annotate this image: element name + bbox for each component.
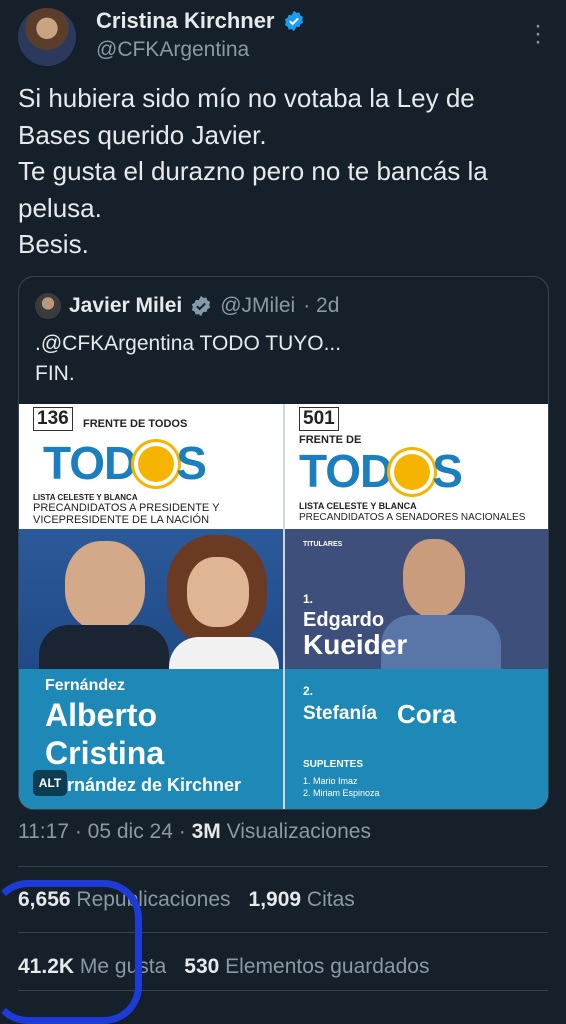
senator-last-name-1: Kueider (303, 629, 408, 660)
sun-icon (138, 445, 175, 482)
titulares-label: TITULARES (303, 541, 343, 548)
tweet-text: Si hubiera sido mío no votaba la Ley de … (18, 83, 488, 259)
verified-badge-icon (284, 10, 303, 32)
hand-drawn-circle-annotation (0, 880, 142, 1024)
logo-text-left-b: S (176, 437, 207, 489)
quoted-author-name: Javier Milei (69, 294, 183, 317)
author-avatar[interactable] (18, 8, 76, 66)
quoted-tweet-image[interactable]: 136 FRENTE DE TODOS TOD S LISTA CELESTE Y… (19, 404, 548, 809)
list-number-left: 136 (33, 407, 73, 431)
subtitle-right: PRECANDIDATOS A SENADORES NACIONALES (299, 512, 526, 523)
suplente-2: 2. Miriam Espinoza (303, 788, 380, 798)
views-count: 3M (191, 820, 221, 843)
front-name-left: FRENTE DE TODOS (83, 418, 188, 430)
divider-top (18, 866, 548, 867)
tweet-meta: 11:17 · 05 dic 24 · 3M Visualizaciones (18, 820, 371, 844)
quoted-tweet[interactable]: Javier Milei @JMilei · 2d .@CFKArgentina… (18, 276, 549, 810)
alt-text-badge[interactable]: ALT (33, 770, 67, 796)
sun-icon-right (394, 453, 431, 490)
more-options-icon[interactable]: · · · (528, 14, 548, 54)
candidate-first-name-1: Alberto (45, 697, 157, 733)
tweet-date[interactable]: · 05 dic 24 · (75, 820, 186, 843)
candidates-photo-left (19, 529, 283, 669)
senator-first-name-2: Stefanía (303, 703, 377, 724)
logo-text-right-b: S (432, 445, 463, 497)
todos-logo-right: TOD S (299, 444, 463, 498)
senator-last-name-2: Cora (397, 699, 457, 729)
bookmarks-link[interactable]: 530 Elementos guardados (184, 955, 429, 979)
author-name-row: Cristina Kirchner (96, 8, 305, 34)
quoted-tweet-header: Javier Milei @JMilei · 2d (35, 293, 339, 319)
author-handle[interactable]: @CFKArgentina (96, 38, 249, 62)
logo-text-right-a: TOD (299, 445, 393, 497)
bookmarks-label: Elementos guardados (225, 955, 430, 978)
ballot-left: 136 FRENTE DE TODOS TOD S LISTA CELESTE Y… (19, 404, 283, 809)
author-name[interactable]: Cristina Kirchner (96, 8, 275, 34)
number-one: 1. (303, 592, 314, 606)
list-label-right: LISTA CELESTE Y BLANCA (299, 501, 417, 511)
quotes-link[interactable]: 1,909 Citas (249, 888, 355, 912)
candidate-photo-right: TITULARES 1. Edgardo Kueider (285, 529, 548, 669)
quoted-author-avatar (35, 293, 61, 319)
candidate-small-name: Fernández (45, 677, 126, 694)
quoted-tweet-text: .@CFKArgentina TODO TUYO... FIN. (35, 332, 342, 385)
subtitle-left: PRECANDIDATOS A PRESIDENTE Y VICEPRESIDE… (33, 502, 220, 526)
tweet-time[interactable]: 11:17 (18, 820, 69, 843)
views-label: Visualizaciones (226, 820, 371, 843)
senator-names-right: 2. Stefanía Cora SUPLENTES 1. Mario Imaz… (285, 669, 548, 809)
ballot-right: 501 FRENTE DE TOD S LISTA CELESTE Y BLANC… (285, 404, 548, 809)
quoted-tweet-time: · 2d (303, 294, 340, 317)
candidate-surname-2: rnández de Kirchner (67, 775, 242, 795)
candidate-first-name-2: Cristina (45, 735, 165, 771)
bookmarks-count: 530 (184, 955, 220, 978)
number-two: 2. (303, 684, 314, 698)
gray-verified-badge-icon (192, 295, 211, 317)
todos-logo-left: TOD S (43, 436, 207, 490)
list-number-right: 501 (299, 407, 339, 431)
suplente-1: 1. Mario Imaz (303, 776, 358, 786)
quotes-label: Citas (306, 888, 355, 911)
suplentes-label: SUPLENTES (303, 759, 364, 770)
tweet-header: Cristina Kirchner @CFKArgentina · · · (18, 8, 548, 68)
quotes-count: 1,909 (248, 888, 302, 911)
logo-text-left-a: TOD (43, 437, 137, 489)
quoted-author-handle: @JMilei (220, 294, 296, 317)
